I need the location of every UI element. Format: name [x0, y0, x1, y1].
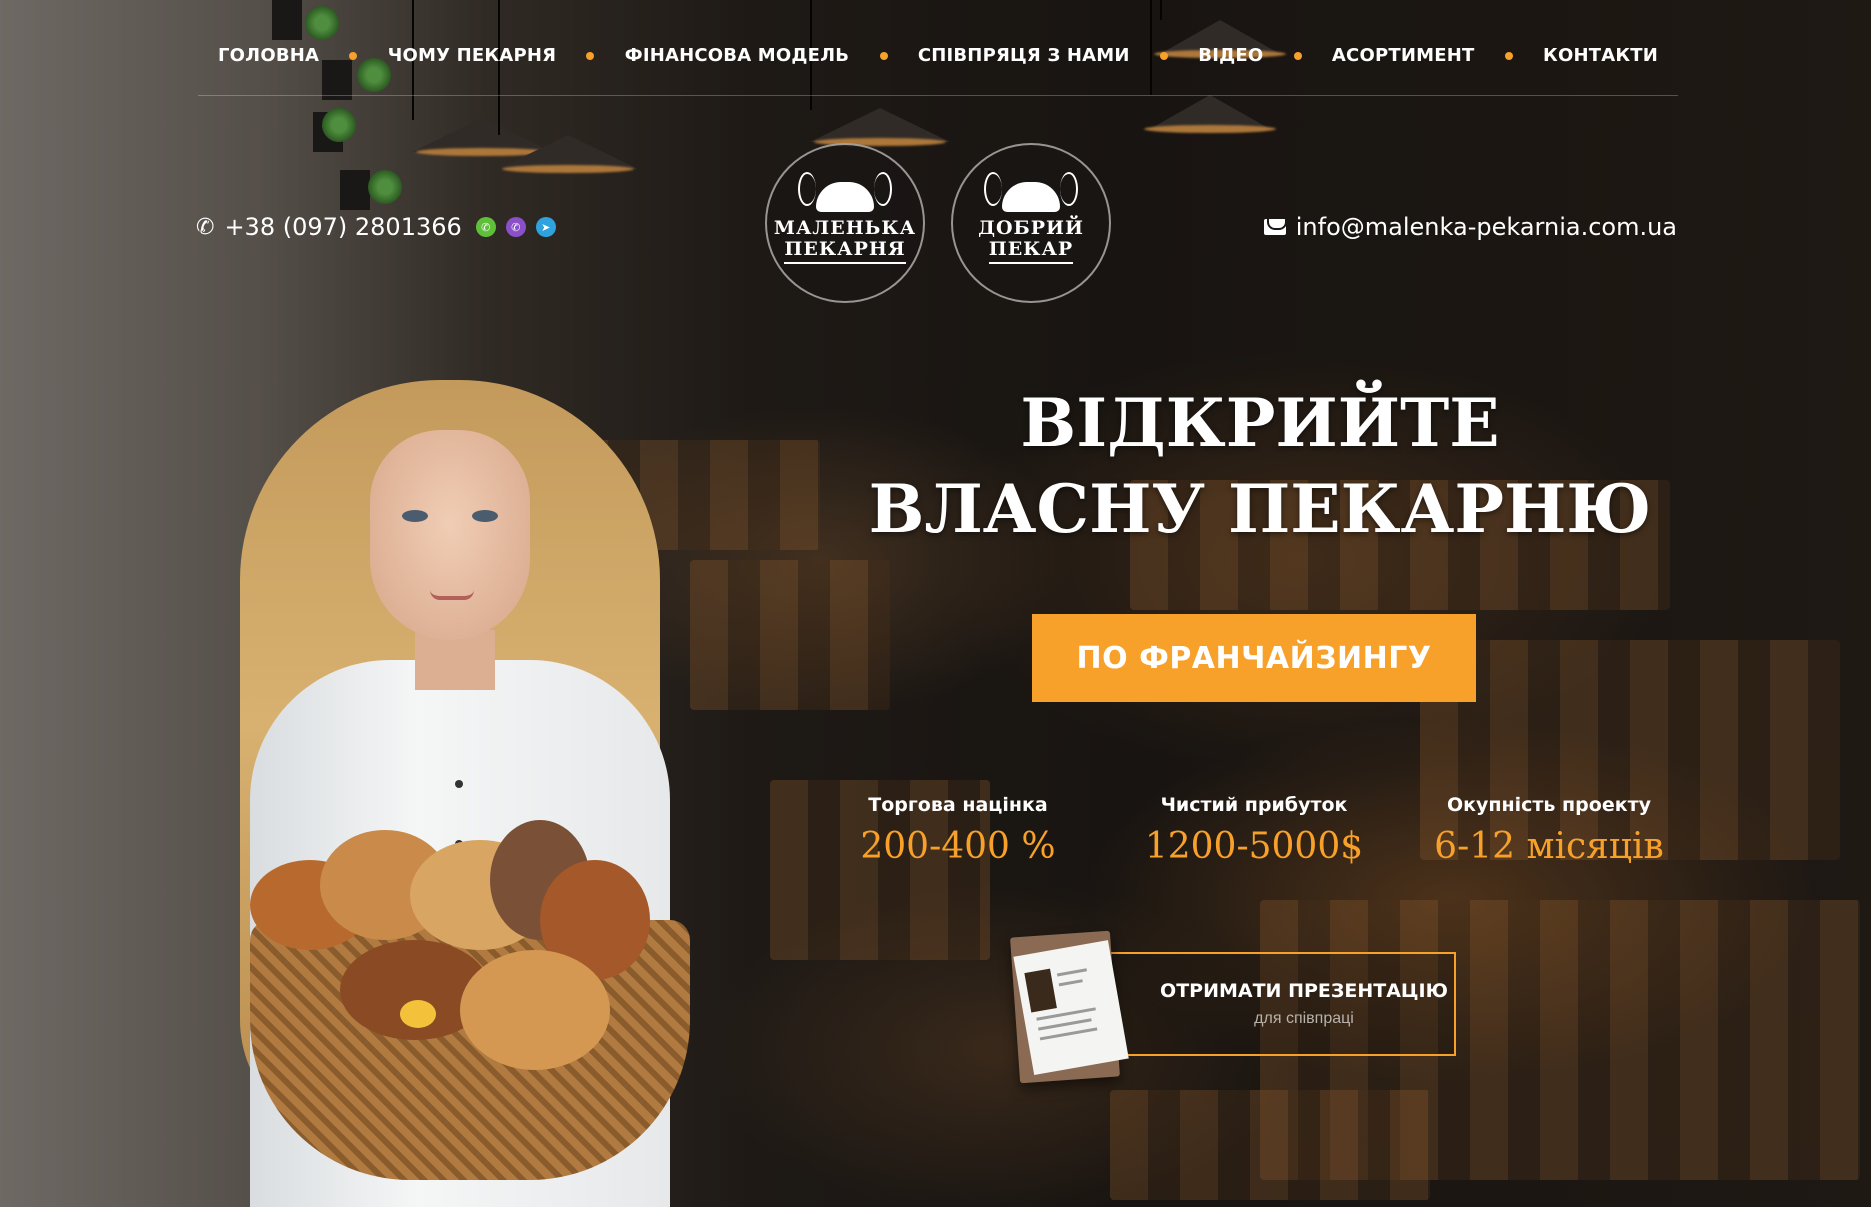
nav-separator-dot — [1159, 51, 1168, 60]
stat-value: 6-12 місяців — [1434, 826, 1664, 867]
logo-line-1: МАЛЕНЬКА — [773, 217, 917, 239]
nav-separator-dot — [1293, 51, 1302, 60]
brochure-image — [1010, 930, 1129, 1084]
main-navigation: ГОЛОВНА ЧОМУ ПЕКАРНЯ ФІНАНСОВА МОДЕЛЬ СП… — [198, 30, 1678, 96]
stat-label: Окупність проекту — [1446, 794, 1652, 816]
phone-number-link[interactable]: +38 (097) 2801366 — [224, 213, 461, 241]
nav-separator-dot — [349, 51, 358, 60]
stat-label: Чистий прибуток — [1160, 794, 1348, 816]
nav-item-home[interactable]: ГОЛОВНА — [218, 45, 319, 66]
woman-with-bread-basket-image — [210, 360, 770, 1207]
nav-separator-dot — [586, 51, 595, 60]
hero-title: ВІДКРИЙТЕ ВЛАСНУ ПЕКАРНЮ — [860, 380, 1660, 552]
nav-item-video[interactable]: ВІДЕО — [1198, 45, 1263, 66]
stat-label: Торгова націнка — [868, 794, 1048, 816]
nav-item-contacts[interactable]: КОНТАКТИ — [1543, 45, 1658, 66]
logo-dobryi-pekar[interactable]: ДОБРИЙ ПЕКАР — [951, 143, 1111, 303]
whatsapp-icon[interactable]: ✆ — [475, 217, 496, 237]
email-contact: info@malenka-pekarnia.com.ua — [1263, 210, 1677, 244]
logo-line-2: ПЕКАР — [988, 239, 1074, 264]
email-link[interactable]: info@malenka-pekarnia.com.ua — [1296, 213, 1677, 241]
stat-value: 200-400 % — [860, 826, 1056, 867]
nav-item-why-bakery[interactable]: ЧОМУ ПЕКАРНЯ — [388, 45, 556, 66]
envelope-icon — [1263, 219, 1286, 235]
bread-logo-icon — [798, 172, 892, 212]
hero-title-line-1: ВІДКРИЙТЕ — [1020, 384, 1500, 462]
nav-item-financial-model[interactable]: ФІНАНСОВА МОДЕЛЬ — [625, 45, 849, 66]
stat-markup: Торгова націнка 200-400 % — [808, 794, 1108, 867]
nav-item-assortment[interactable]: АСОРТИМЕНТ — [1332, 45, 1475, 66]
phone-icon: ✆ — [196, 214, 215, 239]
telegram-icon[interactable]: ➤ — [535, 217, 556, 237]
phone-contact: ✆ +38 (097) 2801366 ✆ ✆ ➤ — [196, 210, 556, 244]
stat-payback: Окупність проекту 6-12 місяців — [1399, 794, 1699, 867]
logo-malenka-pekarnia[interactable]: МАЛЕНЬКА ПЕКАРНЯ — [765, 143, 925, 303]
franchise-cta-button[interactable]: ПО ФРАНЧАЙЗИНГУ — [1032, 614, 1476, 702]
stat-net-profit: Чистий прибуток 1200-5000$ — [1104, 794, 1404, 867]
get-presentation-button[interactable]: ОТРИМАТИ ПРЕЗЕНТАЦІЮ для співпраці — [1072, 952, 1456, 1056]
nav-separator-dot — [879, 51, 888, 60]
logo-line-1: ДОБРИЙ — [978, 217, 1084, 239]
viber-icon[interactable]: ✆ — [505, 217, 526, 237]
logo-line-2: ПЕКАРНЯ — [784, 239, 906, 264]
presentation-title: ОТРИМАТИ ПРЕЗЕНТАЦІЮ — [1160, 980, 1448, 1002]
bread-logo-icon — [984, 172, 1078, 212]
presentation-subtitle: для співпраці — [1254, 1010, 1354, 1027]
nav-item-cooperation[interactable]: СПІВПРЯЦЯ З НАМИ — [918, 45, 1130, 66]
nav-separator-dot — [1504, 51, 1513, 60]
stat-value: 1200-5000$ — [1144, 826, 1364, 867]
hero-title-line-2: ВЛАСНУ ПЕКАРНЮ — [868, 470, 1652, 548]
